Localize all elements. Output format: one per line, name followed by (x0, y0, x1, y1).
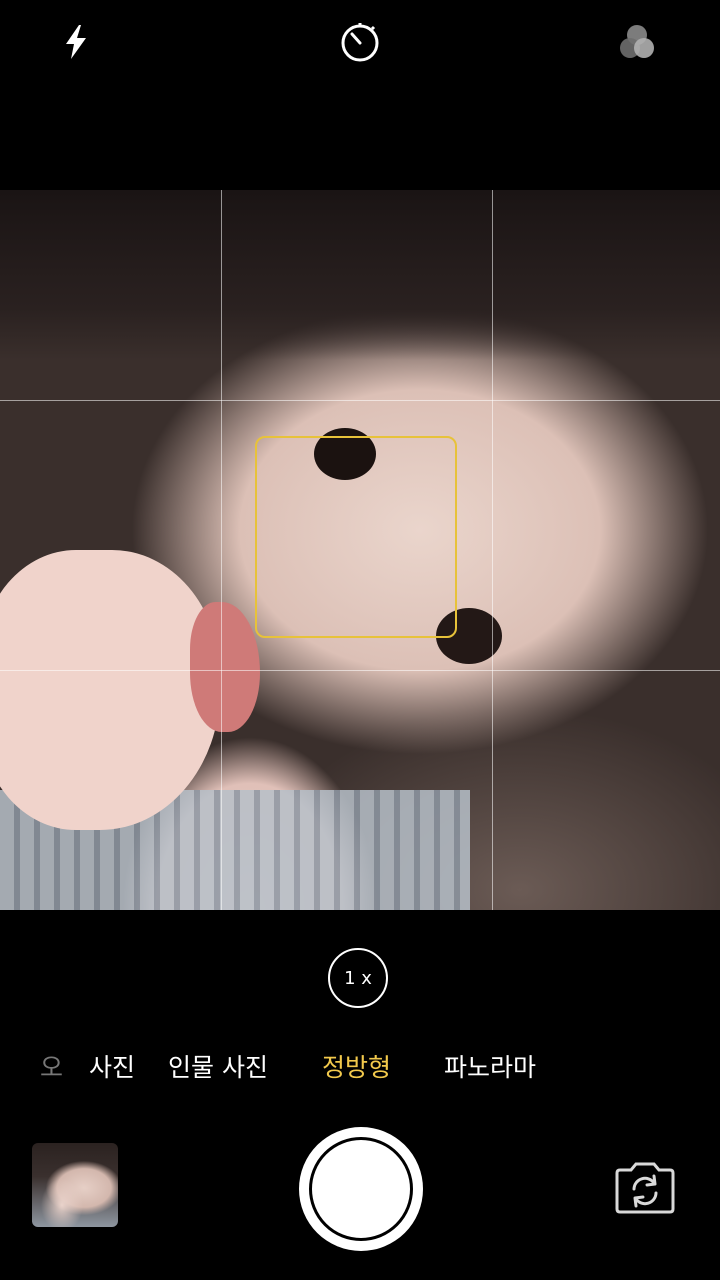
preview-mouth (190, 602, 260, 732)
mode-square[interactable]: 정방형 (322, 1048, 391, 1084)
top-toolbar (0, 0, 720, 190)
preview-hair (0, 190, 720, 360)
grid-line (0, 670, 720, 671)
camera-viewfinder[interactable] (0, 190, 720, 910)
shutter-button[interactable] (299, 1127, 423, 1251)
filters-icon[interactable] (612, 18, 662, 68)
focus-box (255, 436, 457, 638)
shutter-inner (309, 1137, 413, 1241)
camera-switch-icon[interactable] (612, 1160, 678, 1216)
grid-line (221, 190, 222, 910)
timer-icon[interactable] (334, 16, 386, 68)
zoom-label: 1 x (344, 967, 372, 989)
zoom-button[interactable]: 1 x (328, 948, 388, 1008)
mode-portrait[interactable]: 인물 사진 (168, 1048, 268, 1084)
flash-icon[interactable] (52, 18, 100, 66)
mode-selector: 오 사진 인물 사진 정방형 파노라마 (0, 1044, 720, 1088)
mode-video[interactable]: 오 (40, 1048, 63, 1084)
mode-panorama[interactable]: 파노라마 (444, 1048, 536, 1084)
mode-photo[interactable]: 사진 (89, 1048, 135, 1084)
preview-hand (0, 550, 220, 830)
grid-line (0, 400, 720, 401)
last-photo-thumbnail[interactable] (32, 1143, 118, 1227)
grid-line (492, 190, 493, 910)
